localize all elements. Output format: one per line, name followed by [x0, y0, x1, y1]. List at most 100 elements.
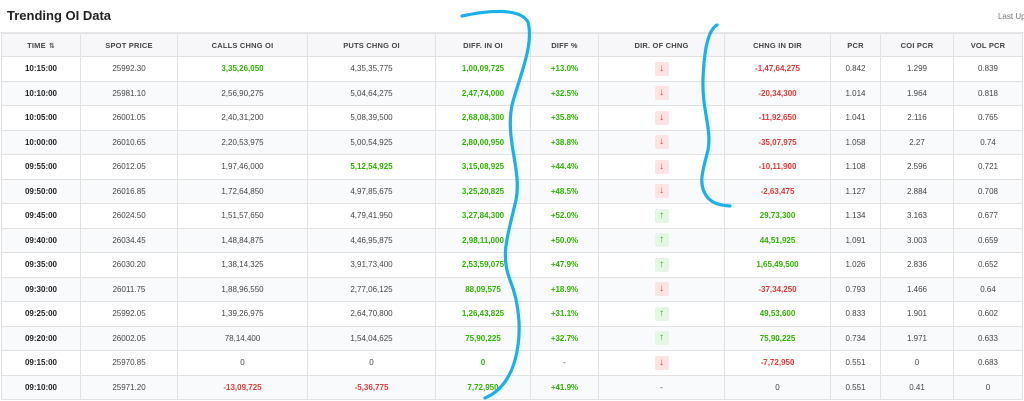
- puts-chng-oi-cell: 1,54,04,625: [307, 325, 436, 351]
- panel-header: Trending OI Data Last Upd: [0, 0, 1024, 33]
- time-cell: 10:00:00: [1, 129, 81, 155]
- puts-chng-oi-cell: 4,35,35,775: [307, 56, 436, 82]
- spot-price-cell: 26016.85: [80, 178, 178, 204]
- puts-chng-oi-cell: 5,08,39,500: [307, 105, 436, 131]
- spot-price-cell: 26030.20: [80, 252, 178, 278]
- coi-pcr-cell: 1.964: [880, 80, 954, 106]
- diff-in-oi-cell: 88,09,575: [435, 276, 531, 302]
- time-cell: 09:20:00: [1, 325, 81, 351]
- dir-of-chng-cell: ↓: [598, 276, 725, 302]
- puts-chng-oi-cell: 5,04,64,275: [307, 80, 436, 106]
- dir-of-chng-cell: ↓: [598, 105, 725, 131]
- column-header-vol-pcr[interactable]: VOL PCR: [953, 33, 1023, 57]
- arrow-down-icon: ↓: [654, 282, 669, 297]
- spot-price-cell: 26002.05: [80, 325, 178, 351]
- column-header-coi-pcr[interactable]: COI PCR: [880, 33, 954, 57]
- pcr-cell: 1.014: [830, 80, 881, 106]
- diff-pct-cell: +48.5%: [530, 178, 599, 204]
- spot-price-cell: 25971.20: [80, 374, 178, 400]
- puts-chng-oi-cell: 0: [307, 350, 436, 376]
- chng-in-dir-cell: -11,92,650: [724, 105, 831, 131]
- diff-in-oi-cell: 2,47,74,000: [435, 80, 531, 106]
- puts-chng-oi-cell: 5,00,54,925: [307, 129, 436, 155]
- sort-icon[interactable]: ⇅: [49, 43, 55, 50]
- diff-in-oi-cell: 2,68,08,300: [435, 105, 531, 131]
- chng-in-dir-cell: -35,07,975: [724, 129, 831, 155]
- calls-chng-oi-cell: -13,09,725: [177, 374, 308, 400]
- column-header-diff-in-oi[interactable]: DIFF. IN OI: [435, 33, 531, 57]
- column-header-puts-chng-oi[interactable]: PUTS CHNG OI: [307, 33, 436, 57]
- spot-price-cell: 26024.50: [80, 203, 178, 229]
- spot-price-cell: 26034.45: [80, 227, 178, 253]
- vol-pcr-cell: 0.683: [953, 350, 1023, 376]
- time-cell: 09:55:00: [1, 154, 81, 180]
- coi-pcr-cell: 1.299: [880, 56, 954, 82]
- column-header-pcr[interactable]: PCR: [830, 33, 881, 57]
- diff-in-oi-cell: 2,53,59,075: [435, 252, 531, 278]
- table-row: 09:50:00 26016.85 1,72,64,850 4,97,85,675 3,…: [1, 178, 1023, 204]
- arrow-up-icon: ↑: [654, 306, 669, 321]
- spot-price-cell: 25981.10: [80, 80, 178, 106]
- time-cell: 09:30:00: [1, 276, 81, 302]
- puts-chng-oi-cell: -5,36,775: [307, 374, 436, 400]
- dir-of-chng-cell: ↓: [598, 350, 725, 376]
- diff-in-oi-cell: 1,26,43,825: [435, 301, 531, 327]
- calls-chng-oi-cell: 3,35,26,050: [177, 56, 308, 82]
- column-header-spot-price[interactable]: SPOT PRICE: [80, 33, 178, 57]
- vol-pcr-cell: 0.721: [953, 154, 1023, 180]
- pcr-cell: 0.551: [830, 350, 881, 376]
- puts-chng-oi-cell: 4,79,41,950: [307, 203, 436, 229]
- coi-pcr-cell: 2.27: [880, 129, 954, 155]
- column-header-time[interactable]: TIME ⇅: [1, 33, 81, 57]
- coi-pcr-cell: 3.003: [880, 227, 954, 253]
- time-cell: 10:10:00: [1, 80, 81, 106]
- diff-pct-cell: +44.4%: [530, 154, 599, 180]
- vol-pcr-cell: 0.74: [953, 129, 1023, 155]
- table-row: 10:10:00 25981.10 2,56,90,275 5,04,64,275 2,…: [1, 80, 1023, 106]
- table-row: 10:15:00 25992.30 3,35,26,050 4,35,35,775 1,…: [1, 56, 1023, 82]
- pcr-cell: 0.551: [830, 374, 881, 400]
- spot-price-cell: 26001.05: [80, 105, 178, 131]
- diff-pct-cell: +18.9%: [530, 276, 599, 302]
- calls-chng-oi-cell: 0: [177, 350, 308, 376]
- column-header-dir-of-chng[interactable]: DIR. OF CHNG: [598, 33, 725, 57]
- pcr-cell: 1.108: [830, 154, 881, 180]
- time-cell: 09:50:00: [1, 178, 81, 204]
- arrow-down-icon: ↓: [654, 355, 669, 370]
- pcr-cell: 1.134: [830, 203, 881, 229]
- diff-in-oi-cell: 1,00,09,725: [435, 56, 531, 82]
- dir-of-chng-cell: ↑: [598, 252, 725, 278]
- pcr-cell: 0.842: [830, 56, 881, 82]
- time-cell: 10:15:00: [1, 56, 81, 82]
- coi-pcr-cell: 0.41: [880, 374, 954, 400]
- calls-chng-oi-cell: 1,38,14,325: [177, 252, 308, 278]
- diff-pct-cell: +32.7%: [530, 325, 599, 351]
- table-row: 09:30:00 26011.75 1,88,96,550 2,77,06,125 88…: [1, 276, 1023, 302]
- chng-in-dir-cell: -20,34,300: [724, 80, 831, 106]
- spot-price-cell: 26011.75: [80, 276, 178, 302]
- time-cell: 09:15:00: [1, 350, 81, 376]
- vol-pcr-cell: 0.765: [953, 105, 1023, 131]
- coi-pcr-cell: 2.884: [880, 178, 954, 204]
- diff-pct-cell: +50.0%: [530, 227, 599, 253]
- column-header-chng-in-dir[interactable]: CHNG IN DIR: [724, 33, 831, 57]
- chng-in-dir-cell: 1,65,49,500: [724, 252, 831, 278]
- pcr-cell: 1.058: [830, 129, 881, 155]
- vol-pcr-cell: 0.818: [953, 80, 1023, 106]
- calls-chng-oi-cell: 1,88,96,550: [177, 276, 308, 302]
- vol-pcr-cell: 0.659: [953, 227, 1023, 253]
- chng-in-dir-cell: 44,51,925: [724, 227, 831, 253]
- arrow-down-icon: ↓: [654, 184, 669, 199]
- table-row: 10:05:00 26001.05 2,40,31,200 5,08,39,500 2,…: [1, 105, 1023, 131]
- puts-chng-oi-cell: 4,97,85,675: [307, 178, 436, 204]
- arrow-down-icon: ↓: [654, 86, 669, 101]
- column-header-calls-chng-oi[interactable]: CALLS CHNG OI: [177, 33, 308, 57]
- calls-chng-oi-cell: 2,40,31,200: [177, 105, 308, 131]
- dir-of-chng-cell: ↓: [598, 56, 725, 82]
- arrow-up-icon: ↑: [654, 331, 669, 346]
- table-row: 09:40:00 26034.45 1,48,84,875 4,46,95,875 2,…: [1, 227, 1023, 253]
- column-header-diff-pct[interactable]: DIFF %: [530, 33, 599, 57]
- diff-in-oi-cell: 3,25,20,825: [435, 178, 531, 204]
- vol-pcr-cell: 0.602: [953, 301, 1023, 327]
- diff-pct-cell: +31.1%: [530, 301, 599, 327]
